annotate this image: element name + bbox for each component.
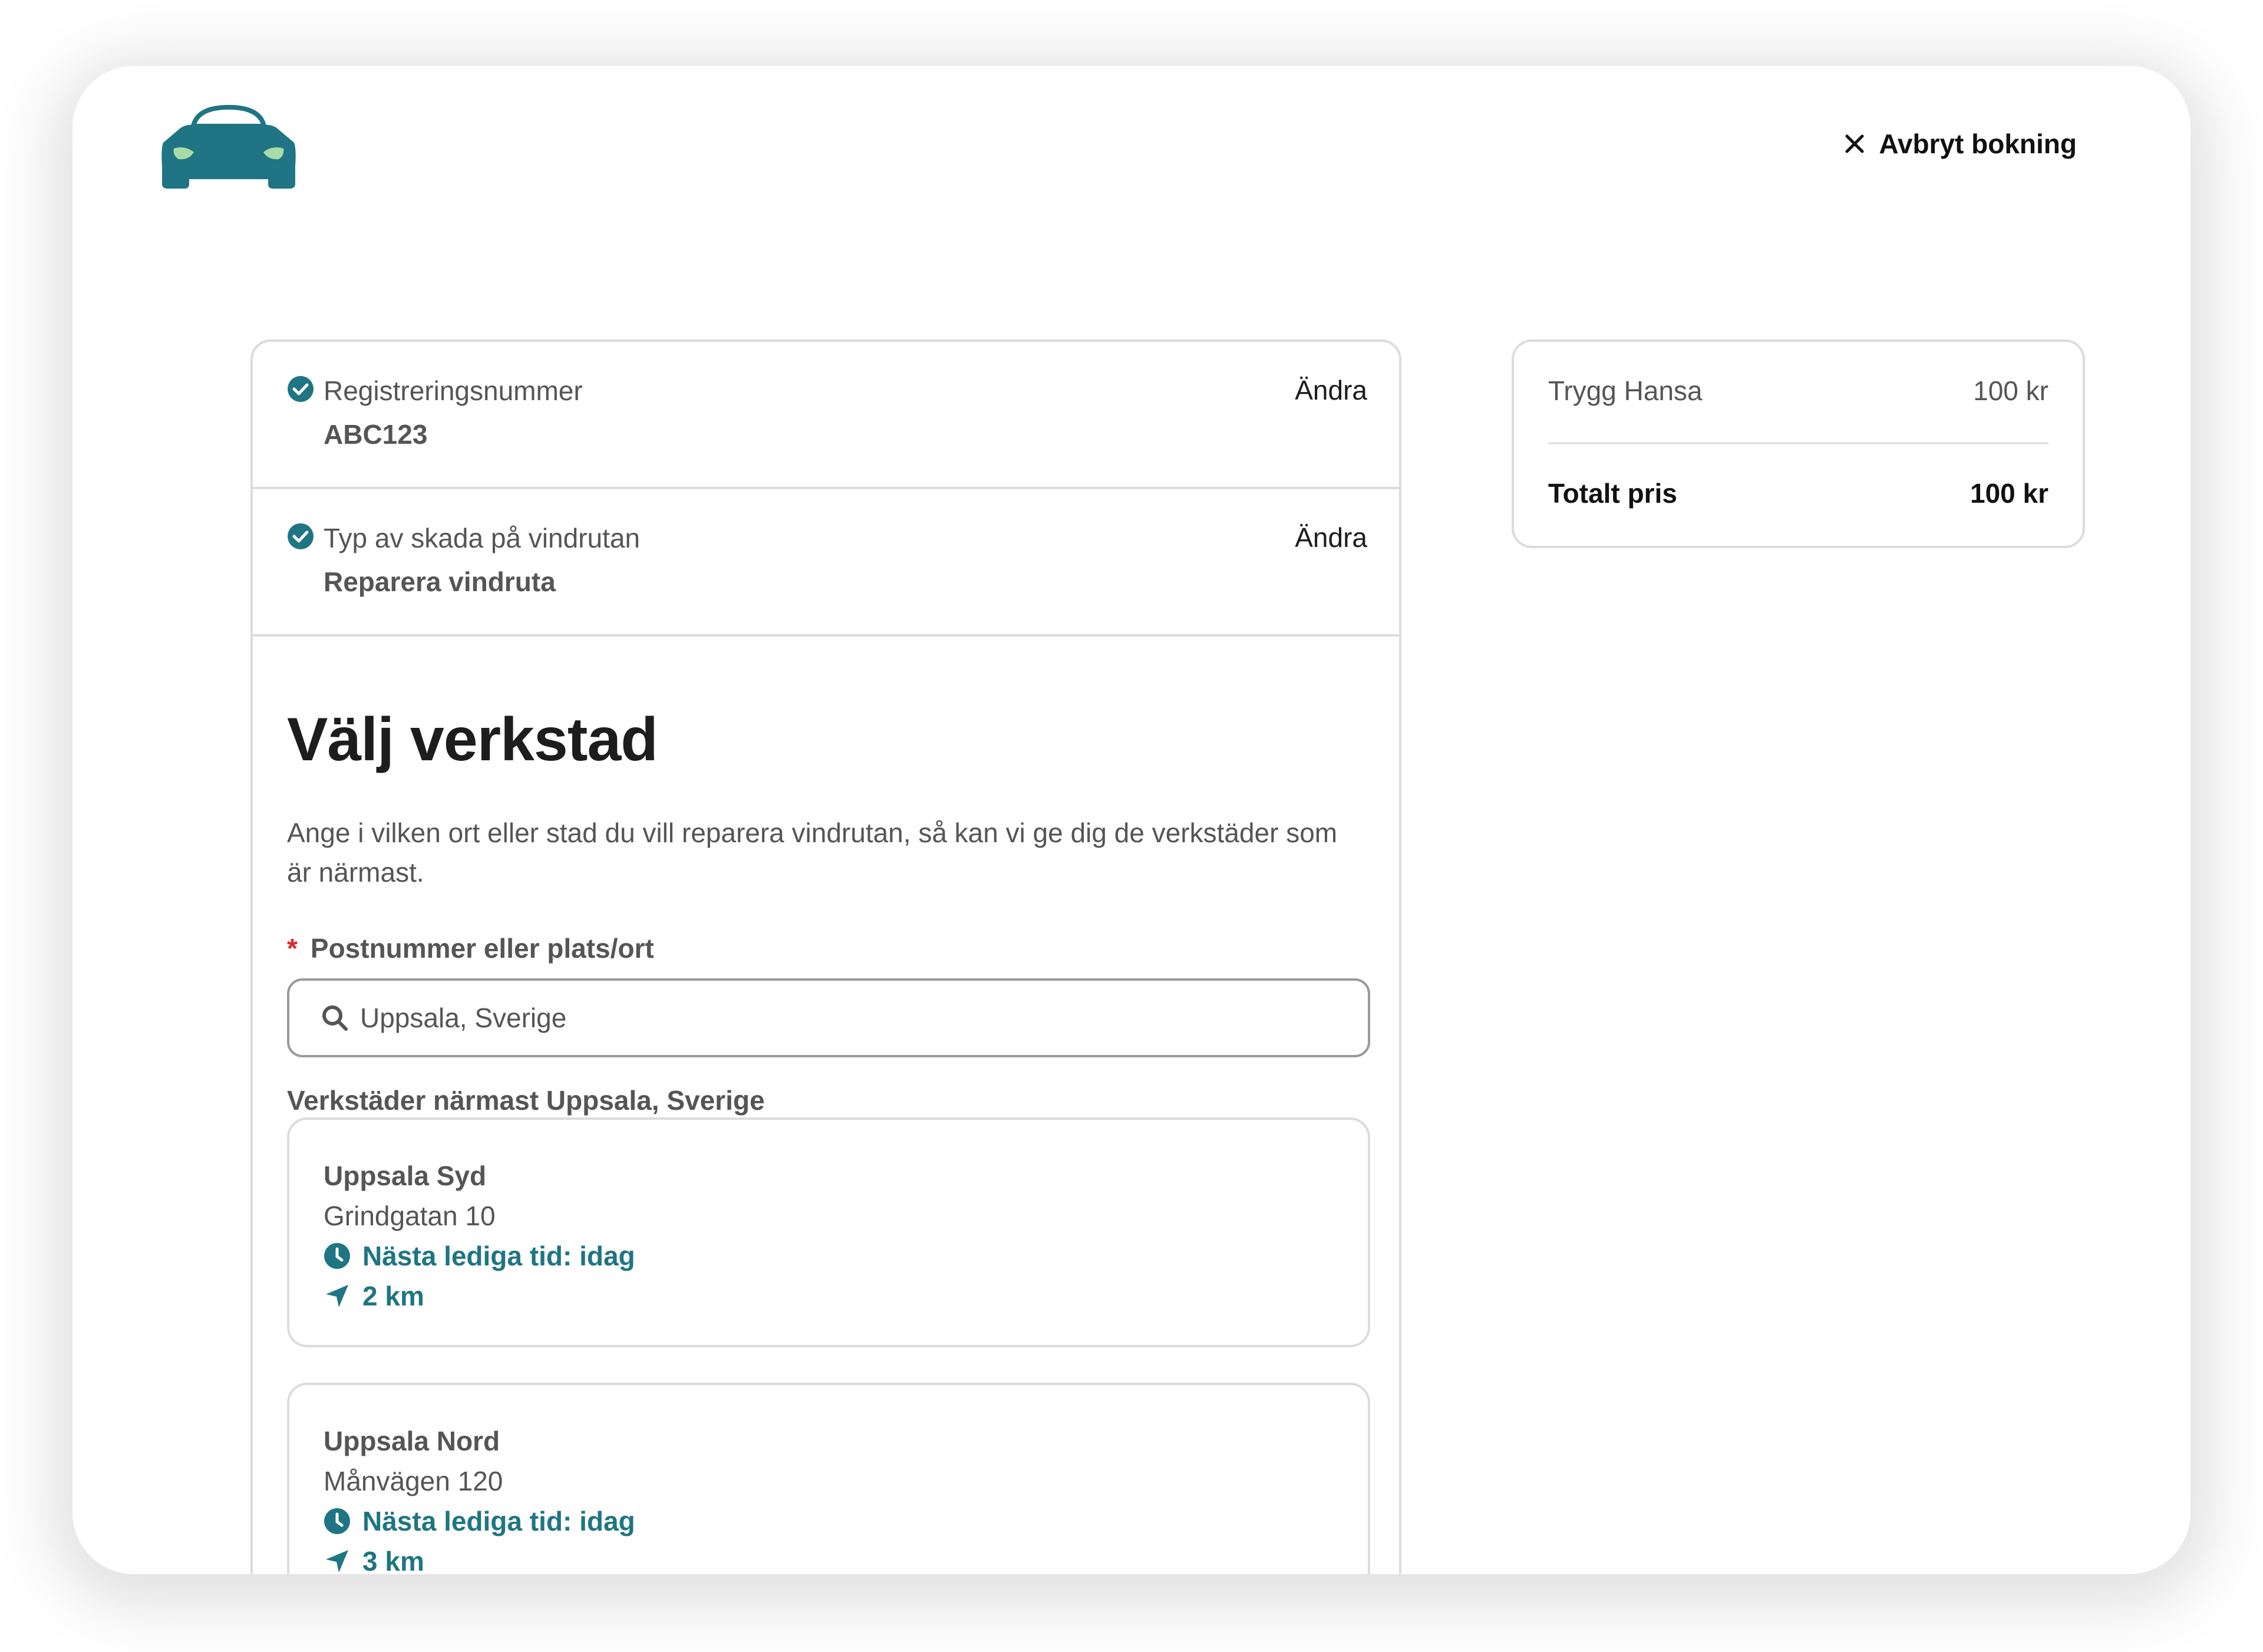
workshop-availability-text: Nästa lediga tid: idag	[362, 1241, 635, 1271]
step-label: Typ av skada på vindrutan	[324, 523, 640, 553]
step-damage-type: Typ av skada på vindrutan Reparera vindr…	[253, 489, 1399, 637]
check-circle-icon	[288, 376, 314, 402]
workshop-address: Månvägen 120	[324, 1466, 503, 1496]
location-field-label: * Postnummer eller plats/ort	[287, 932, 654, 964]
workshop-name: Uppsala Syd	[324, 1160, 487, 1191]
search-icon	[322, 1005, 348, 1031]
workshop-card[interactable]: Uppsala Nord Månvägen 120 Nästa lediga t…	[287, 1383, 1370, 1574]
workshop-distance-text: 2 km	[362, 1281, 424, 1311]
edit-damage-type-link[interactable]: Ändra	[1295, 522, 1367, 553]
workshop-distance-text: 3 km	[362, 1546, 424, 1574]
close-icon	[1845, 134, 1864, 153]
booking-form-card: Registreringsnummer ABC123 Ändra Typ av …	[250, 339, 1401, 1574]
step-label: Registreringsnummer	[324, 375, 583, 406]
location-search-input[interactable]	[360, 1002, 1303, 1034]
workshop-distance: 2 km	[324, 1280, 424, 1312]
summary-total: Totalt pris 100 kr	[1548, 477, 2048, 509]
workshop-availability: Nästa lediga tid: idag	[324, 1240, 635, 1272]
location-arrow-icon	[326, 1285, 348, 1307]
required-marker: *	[287, 933, 298, 964]
cancel-booking-button[interactable]: Avbryt bokning	[1845, 128, 2077, 160]
workshop-availability: Nästa lediga tid: idag	[324, 1505, 635, 1537]
insurer-price: 100 kr	[1973, 375, 2048, 406]
workshop-name: Uppsala Nord	[324, 1426, 500, 1456]
workshop-card[interactable]: Uppsala Syd Grindgatan 10 Nästa lediga t…	[287, 1117, 1370, 1347]
summary-divider	[1548, 442, 2048, 444]
check-circle-icon	[288, 523, 314, 549]
clock-icon	[324, 1243, 350, 1269]
cancel-booking-label: Avbryt bokning	[1879, 128, 2077, 159]
workshop-address: Grindgatan 10	[324, 1201, 496, 1231]
page-title: Välj verkstad	[287, 705, 658, 774]
step-value: Reparera vindruta	[324, 566, 556, 597]
car-icon[interactable]	[161, 101, 296, 190]
location-search-box[interactable]	[287, 978, 1370, 1057]
price-summary-card: Trygg Hansa 100 kr Totalt pris 100 kr	[1512, 339, 2085, 548]
workshop-availability-text: Nästa lediga tid: idag	[362, 1506, 635, 1536]
location-arrow-icon	[326, 1550, 348, 1572]
results-title: Verkstäder närmast Uppsala, Sverige	[287, 1085, 765, 1116]
edit-registration-link[interactable]: Ändra	[1295, 374, 1367, 406]
summary-line-item: Trygg Hansa 100 kr	[1548, 375, 2048, 407]
app-window: Avbryt bokning Registreringsnummer ABC12…	[72, 66, 2191, 1574]
total-label: Totalt pris	[1548, 478, 1677, 509]
step-registration: Registreringsnummer ABC123 Ändra	[253, 342, 1399, 489]
clock-icon	[324, 1508, 350, 1534]
step-value: ABC123	[324, 419, 428, 450]
section-description: Ange i vilken ort eller stad du vill rep…	[287, 817, 1338, 888]
workshop-distance: 3 km	[324, 1545, 424, 1574]
total-price: 100 kr	[1970, 478, 2048, 509]
location-field-label-text: Postnummer eller plats/ort	[310, 933, 654, 964]
insurer-name: Trygg Hansa	[1548, 375, 1703, 406]
